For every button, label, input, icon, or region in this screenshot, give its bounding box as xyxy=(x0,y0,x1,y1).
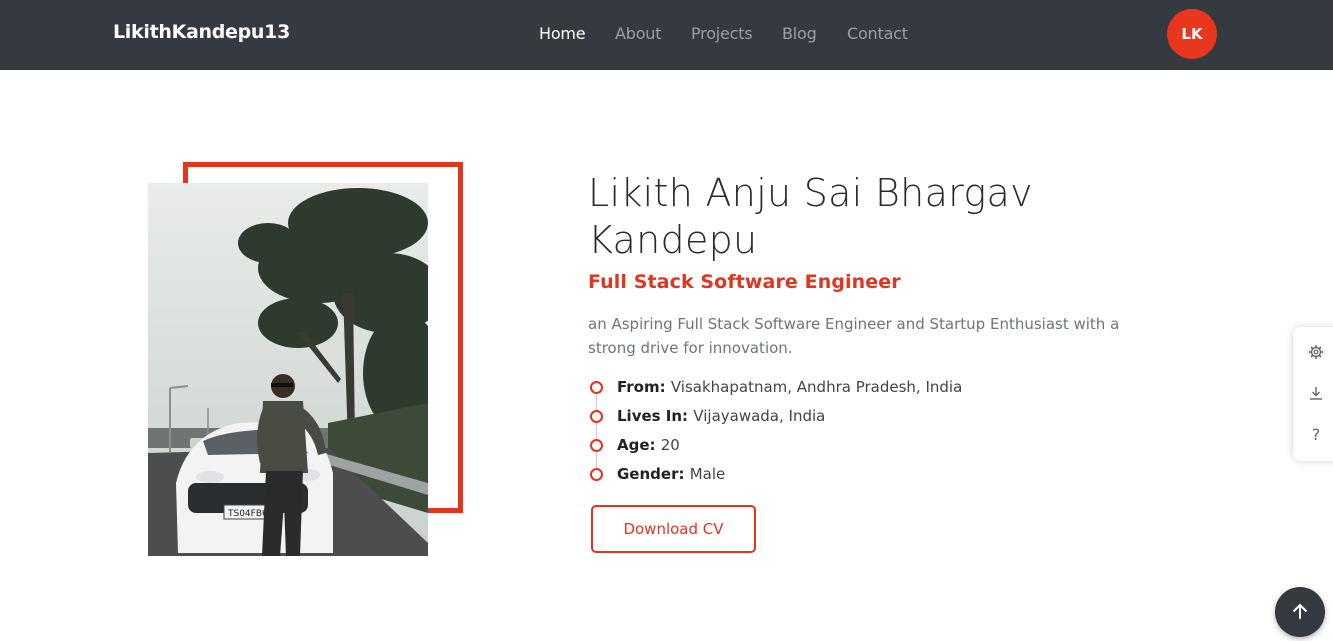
info-value: 20 xyxy=(660,436,680,454)
navbar: LikithKandepu13 Home About Projects Blog… xyxy=(0,0,1333,70)
info-value: Male xyxy=(689,465,726,483)
car-plate-text: TS04FB6 xyxy=(227,509,268,519)
help-icon[interactable]: ? xyxy=(1305,423,1327,445)
info-label: Age: xyxy=(617,436,656,454)
info-value: Visakhapatnam, Andhra Pradesh, India xyxy=(670,378,963,396)
info-label: Gender: xyxy=(617,465,685,483)
nav-link-contact[interactable]: Contact xyxy=(847,24,908,43)
info-label: From: xyxy=(617,378,666,396)
scroll-to-top-button[interactable] xyxy=(1275,587,1325,637)
timeline-dot-icon xyxy=(590,439,603,452)
profile-photo: TS04FB6 xyxy=(148,183,428,556)
nav-link-home[interactable]: Home xyxy=(539,24,586,43)
nav-link-about[interactable]: About xyxy=(615,24,662,43)
download-icon[interactable] xyxy=(1305,382,1327,404)
info-value: Vijayawada, India xyxy=(693,407,826,425)
info-label: Lives In: xyxy=(617,407,689,425)
nav-link-blog[interactable]: Blog xyxy=(782,24,817,43)
profile-role: Full Stack Software Engineer xyxy=(588,271,901,293)
timeline-line xyxy=(596,386,597,474)
download-cv-button[interactable]: Download CV xyxy=(591,505,756,553)
profile-description: an Aspiring Full Stack Software Engineer… xyxy=(588,315,1120,357)
timeline-dot-icon xyxy=(590,468,603,481)
user-avatar[interactable]: LK xyxy=(1167,9,1217,59)
nav-link-projects[interactable]: Projects xyxy=(691,24,753,43)
profile-name: Likith Anju Sai Bhargav Kandepu xyxy=(588,171,1033,262)
arrow-up-icon xyxy=(1292,603,1308,619)
gear-icon[interactable] xyxy=(1305,341,1327,363)
brand-logo[interactable]: LikithKandepu13 xyxy=(113,21,290,43)
timeline-dot-icon xyxy=(590,381,603,394)
side-panel: ? xyxy=(1293,327,1333,461)
timeline-dot-icon xyxy=(590,410,603,423)
